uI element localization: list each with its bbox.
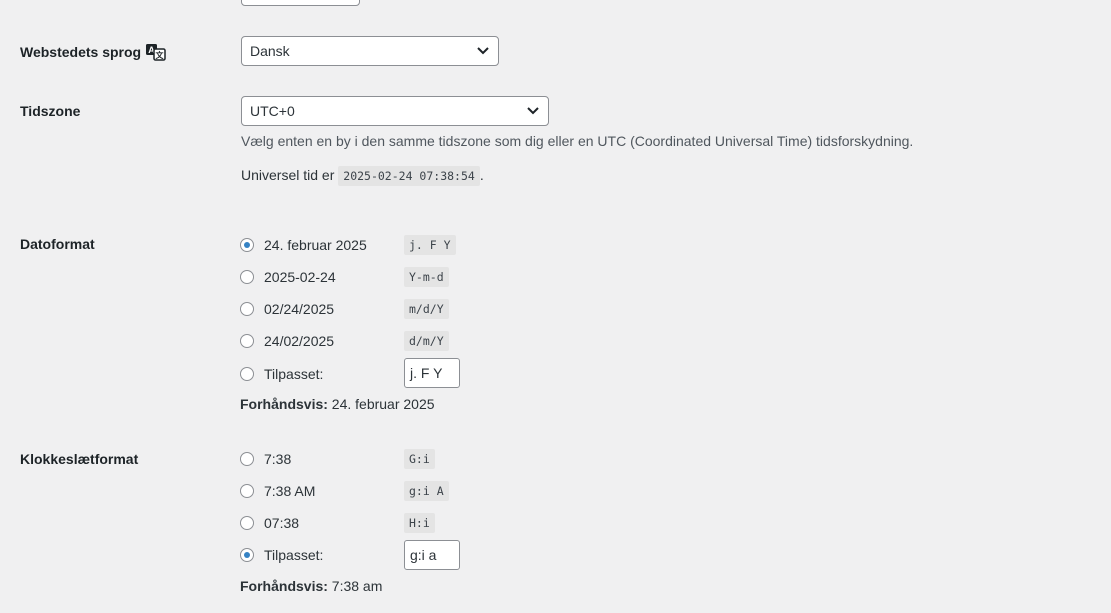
site-language-value: Dansk <box>250 43 290 59</box>
date-format-option[interactable]: 24/02/2025 d/m/Y <box>240 331 449 351</box>
site-language-label-text: Webstedets sprog <box>20 44 142 60</box>
svg-text:文: 文 <box>156 50 165 60</box>
date-format-preview: Forhåndsvis: 24. februar 2025 <box>240 396 435 412</box>
time-format-preview: Forhåndsvis: 7:38 am <box>240 578 382 594</box>
time-format-option-label: 7:38 <box>264 451 292 467</box>
radio-button[interactable] <box>240 516 254 530</box>
date-format-option-code: d/m/Y <box>404 331 449 351</box>
chevron-down-icon <box>477 47 489 55</box>
universal-time: Universel tid er 2025-02-24 07:38:54. <box>241 166 484 186</box>
time-format-option[interactable]: 7:38 G:i <box>240 449 435 469</box>
date-format-option-label: 2025-02-24 <box>264 269 336 285</box>
radio-button[interactable] <box>240 452 254 466</box>
date-format-custom-label: Tilpasset: <box>264 366 324 382</box>
date-format-label: Datoformat <box>20 236 95 252</box>
time-format-option-label: 7:38 AM <box>264 483 316 499</box>
time-format-option-code: g:i A <box>404 481 449 501</box>
time-format-option-code: H:i <box>404 513 435 533</box>
time-format-custom-option[interactable]: Tilpasset: <box>240 545 323 565</box>
universal-time-value: 2025-02-24 07:38:54 <box>338 166 480 186</box>
radio-button[interactable] <box>240 270 254 284</box>
translate-icon: A 文 <box>146 43 166 61</box>
date-format-option[interactable]: 2025-02-24 Y-m-d <box>240 267 449 287</box>
date-format-custom-option[interactable]: Tilpasset: <box>240 364 323 384</box>
time-format-custom-label: Tilpasset: <box>264 547 324 563</box>
date-format-preview-label: Forhåndsvis: <box>240 396 328 412</box>
date-format-option-code: j. F Y <box>404 235 456 255</box>
time-format-option[interactable]: 7:38 AM g:i A <box>240 481 449 501</box>
date-format-custom-input[interactable]: j. F Y <box>404 358 460 388</box>
radio-button[interactable] <box>240 238 254 252</box>
previous-field-input[interactable] <box>241 0 360 6</box>
chevron-down-icon <box>527 107 539 115</box>
date-format-option[interactable]: 02/24/2025 m/d/Y <box>240 299 449 319</box>
radio-button[interactable] <box>240 484 254 498</box>
timezone-value: UTC+0 <box>250 103 295 119</box>
date-format-option-label: 24. februar 2025 <box>264 237 367 253</box>
time-format-option-label: 07:38 <box>264 515 300 531</box>
time-format-option[interactable]: 07:38 H:i <box>240 513 435 533</box>
universal-time-prefix: Universel tid er <box>241 167 335 183</box>
timezone-description: Vælg enten en by i den samme tidszone so… <box>241 133 914 149</box>
time-format-label: Klokkeslætformat <box>20 451 139 467</box>
radio-button[interactable] <box>240 334 254 348</box>
time-format-preview-value: 7:38 am <box>331 578 383 594</box>
universal-time-suffix: . <box>479 167 484 183</box>
site-language-label: Webstedets sprog A 文 <box>20 43 166 61</box>
timezone-select[interactable]: UTC+0 <box>241 96 549 126</box>
radio-button[interactable] <box>240 302 254 316</box>
date-format-option-code: Y-m-d <box>404 267 449 287</box>
date-format-option-code: m/d/Y <box>404 299 449 319</box>
site-language-select[interactable]: Dansk <box>241 36 499 66</box>
date-format-option[interactable]: 24. februar 2025 j. F Y <box>240 235 456 255</box>
time-format-option-code: G:i <box>404 449 435 469</box>
date-format-option-label: 24/02/2025 <box>264 333 335 349</box>
date-format-option-label: 02/24/2025 <box>264 301 335 317</box>
radio-button[interactable] <box>240 548 254 562</box>
timezone-label: Tidszone <box>20 103 81 119</box>
date-format-preview-value: 24. februar 2025 <box>331 396 435 412</box>
time-format-custom-input[interactable]: g:i a <box>404 540 460 570</box>
radio-button[interactable] <box>240 367 254 381</box>
time-format-preview-label: Forhåndsvis: <box>240 578 328 594</box>
